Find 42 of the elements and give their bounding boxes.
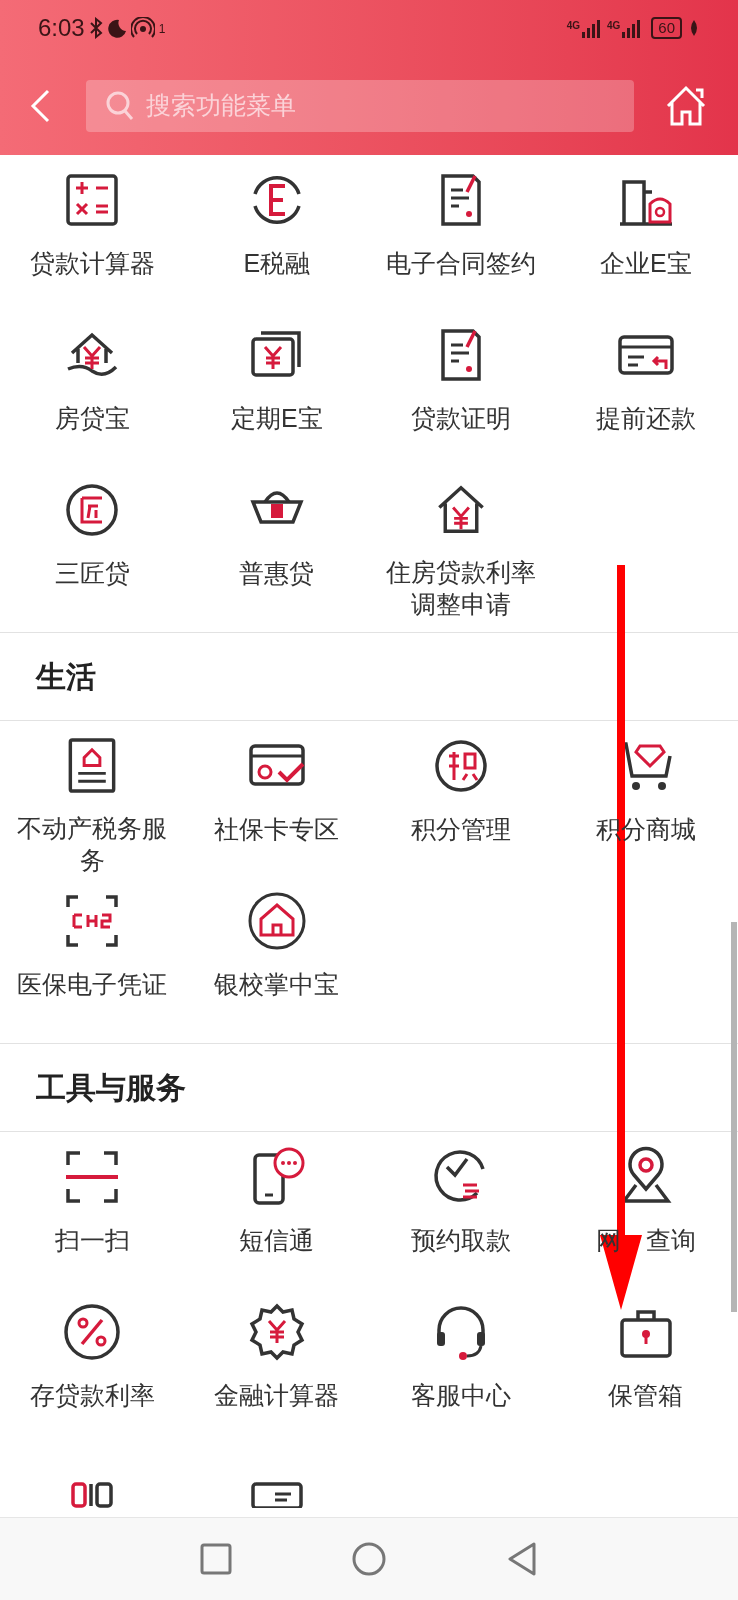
network-type: 4G xyxy=(566,19,580,33)
menu-item[interactable]: 定期E宝 xyxy=(184,310,369,465)
menu-item[interactable]: 积分管理 xyxy=(369,721,554,876)
menu-item[interactable]: E税融 xyxy=(184,155,369,310)
section-title: 生活 xyxy=(36,659,96,695)
back-nav-button[interactable] xyxy=(506,1542,538,1576)
menu-item[interactable]: 社保卡专区 xyxy=(184,721,369,876)
signal-icon xyxy=(580,18,601,38)
status-time: 6:03 xyxy=(38,13,85,43)
signal-icon xyxy=(621,18,642,38)
search-icon xyxy=(106,90,134,121)
bluetooth-icon xyxy=(88,17,103,39)
menu-item[interactable]: 扫一扫 xyxy=(0,1132,185,1287)
menu-item[interactable]: 预约取款 xyxy=(369,1132,554,1287)
menu-item[interactable]: 金融计算器 xyxy=(184,1287,369,1442)
menu-item[interactable]: 短信通 xyxy=(184,1132,369,1287)
section-title: 工具与服务 xyxy=(36,1070,186,1106)
network-type: 4G xyxy=(606,19,621,33)
battery-level: 60 xyxy=(651,17,682,39)
menu-item[interactable]: 不动产税务服务 xyxy=(0,721,185,876)
menu-item[interactable]: 三匠贷 xyxy=(0,465,185,620)
menu-item[interactable]: 普惠贷 xyxy=(184,465,369,620)
hotspot-icon xyxy=(130,17,155,39)
menu-item[interactable]: 提前还款 xyxy=(553,310,738,465)
moon-icon xyxy=(106,18,127,38)
home-button[interactable] xyxy=(664,83,708,128)
recents-button[interactable] xyxy=(200,1543,232,1575)
bars-icon xyxy=(71,1482,114,1508)
menu-item[interactable]: 电子合同签约 xyxy=(369,155,554,310)
menu-item[interactable]: 贷款证明 xyxy=(369,310,554,465)
menu-item[interactable]: 房贷宝 xyxy=(0,310,185,465)
menu-item[interactable]: 保管箱 xyxy=(553,1287,738,1442)
menu-item[interactable]: 企业E宝 xyxy=(553,155,738,310)
menu-item[interactable]: 银校掌中宝 xyxy=(184,876,369,1031)
menu-item[interactable]: 医保电子凭证 xyxy=(0,876,185,1031)
menu-item[interactable]: 住房贷款利率调整申请 xyxy=(369,465,554,620)
home-nav-button[interactable] xyxy=(352,1542,386,1576)
menu-item[interactable]: 贷款计算器 xyxy=(0,155,185,310)
menu-item[interactable]: 客服中心 xyxy=(369,1287,554,1442)
menu-item[interactable]: 存贷款利率 xyxy=(0,1287,185,1442)
leaf-icon xyxy=(688,18,700,38)
hotspot-count: 1 xyxy=(158,21,166,38)
